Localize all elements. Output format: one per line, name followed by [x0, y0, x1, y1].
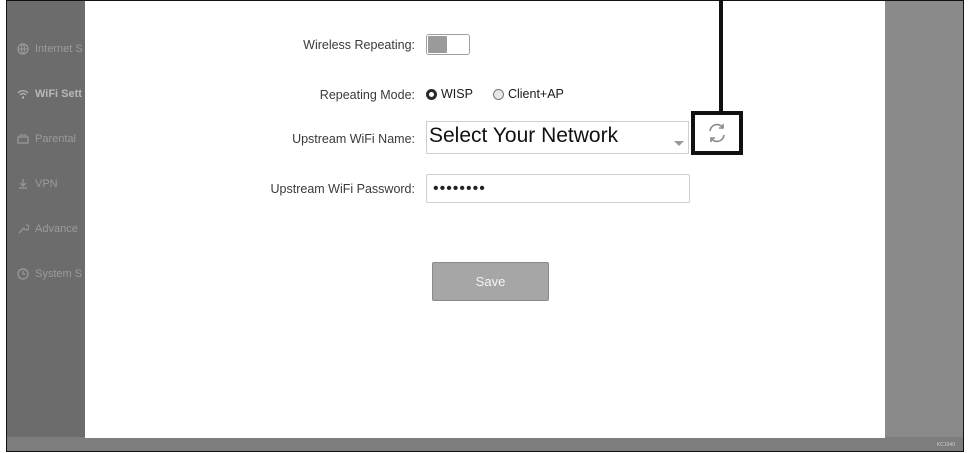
callout-line [719, 1, 723, 111]
sidebar-item-label: Advance [35, 223, 78, 235]
sidebar-item-label: Parental [35, 133, 76, 145]
wireless-repeating-label: Wireless Repeating: [303, 38, 415, 52]
radio-wisp-label: WISP [441, 87, 473, 101]
radio-wisp[interactable]: WISP [426, 87, 473, 101]
router-admin-window: Internet S WiFi Sett Parental VPN Advanc… [6, 0, 964, 452]
sidebar-item-label: WiFi Sett [35, 88, 82, 100]
upstream-wifi-name-label: Upstream WiFi Name: [292, 132, 415, 146]
wrench-icon [18, 224, 29, 234]
upstream-wifi-name-value: Select Your Network [429, 124, 619, 147]
radio-client-ap[interactable]: Client+AP [492, 87, 564, 101]
toggle-knob [428, 36, 447, 53]
parental-icon [17, 134, 29, 144]
wifi-icon [17, 90, 29, 99]
refresh-button[interactable] [691, 111, 743, 155]
sidebar-item-label: VPN [35, 178, 58, 190]
upstream-wifi-name-select[interactable]: Select Your Network [426, 121, 689, 154]
figure-code: KC1040 [936, 442, 955, 448]
password-value: •••••••• [433, 180, 486, 197]
vpn-icon [19, 179, 27, 189]
chevron-down-icon [674, 141, 684, 146]
radio-client-ap-label: Client+AP [507, 87, 564, 101]
bottom-bar: KC1040 [7, 437, 963, 451]
wireless-repeating-toggle[interactable] [426, 34, 470, 55]
repeating-mode-radio-group: WISP Client+AP [426, 87, 584, 101]
sidebar-item-label: Internet S [35, 43, 83, 55]
upstream-wifi-password-input[interactable]: •••••••• [426, 174, 690, 203]
wifi-settings-panel: Wireless Repeating: Repeating Mode: WISP… [85, 1, 885, 438]
sidebar-item-label: System S [35, 268, 83, 280]
globe-icon [17, 43, 29, 55]
repeating-mode-label: Repeating Mode: [319, 88, 415, 102]
radio-selected-icon [426, 88, 437, 100]
save-button[interactable]: Save [432, 262, 549, 301]
clock-icon [17, 268, 29, 280]
radio-unselected-icon [492, 88, 504, 100]
refresh-icon [709, 123, 725, 143]
upstream-wifi-password-label: Upstream WiFi Password: [270, 182, 415, 196]
